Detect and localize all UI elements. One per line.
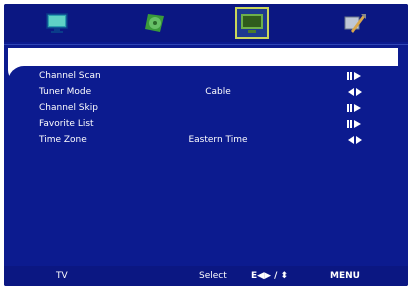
menu-hint: MENU: [330, 271, 360, 281]
bottom-help-bar: TV Select E◀▶ / ⬍ MENU: [4, 266, 408, 286]
menu-item-time-zone[interactable]: Time Zone Eastern Time: [4, 132, 408, 148]
audio-tab[interactable]: [138, 7, 172, 39]
menu-item-channel-skip[interactable]: Channel Skip: [4, 100, 408, 116]
enter-arrow-icon: [347, 72, 361, 80]
green-disc-icon: [145, 14, 164, 32]
menu-tab-bar: [4, 4, 408, 42]
menu-item-favorite-list[interactable]: Favorite List: [4, 116, 408, 132]
tools-icon: [344, 14, 366, 33]
channel-screen-icon: [241, 14, 263, 33]
tv-icon: [46, 13, 68, 33]
tv-osd-screen: Channel Scan Tuner Mode Cable Channel Sk…: [4, 4, 408, 286]
setup-tab[interactable]: [337, 7, 371, 39]
enter-arrow-icon: [347, 120, 361, 128]
select-hint: Select: [199, 271, 227, 281]
menu-item-tuner-mode[interactable]: Tuner Mode Cable: [4, 84, 408, 100]
left-right-arrow-icon: [348, 136, 362, 144]
menu-item-label: Channel Skip: [39, 103, 98, 113]
picture-tab[interactable]: [40, 7, 74, 39]
menu-item-label: Channel Scan: [39, 71, 101, 81]
left-right-arrow-icon: [348, 88, 362, 96]
navigation-hint: E◀▶ / ⬍: [251, 271, 289, 281]
menu-item-value: Cable: [205, 87, 231, 97]
menu-item-label: Time Zone: [39, 135, 87, 145]
menu-item-channel-scan[interactable]: Channel Scan: [4, 68, 408, 84]
enter-arrow-icon: [347, 104, 361, 112]
channel-tab[interactable]: [235, 7, 269, 39]
menu-item-value: Eastern Time: [188, 135, 248, 145]
menu-item-label: Favorite List: [39, 119, 94, 129]
menu-item-label: Tuner Mode: [39, 87, 92, 97]
source-label: TV: [56, 271, 68, 281]
menu-divider: [4, 44, 408, 45]
